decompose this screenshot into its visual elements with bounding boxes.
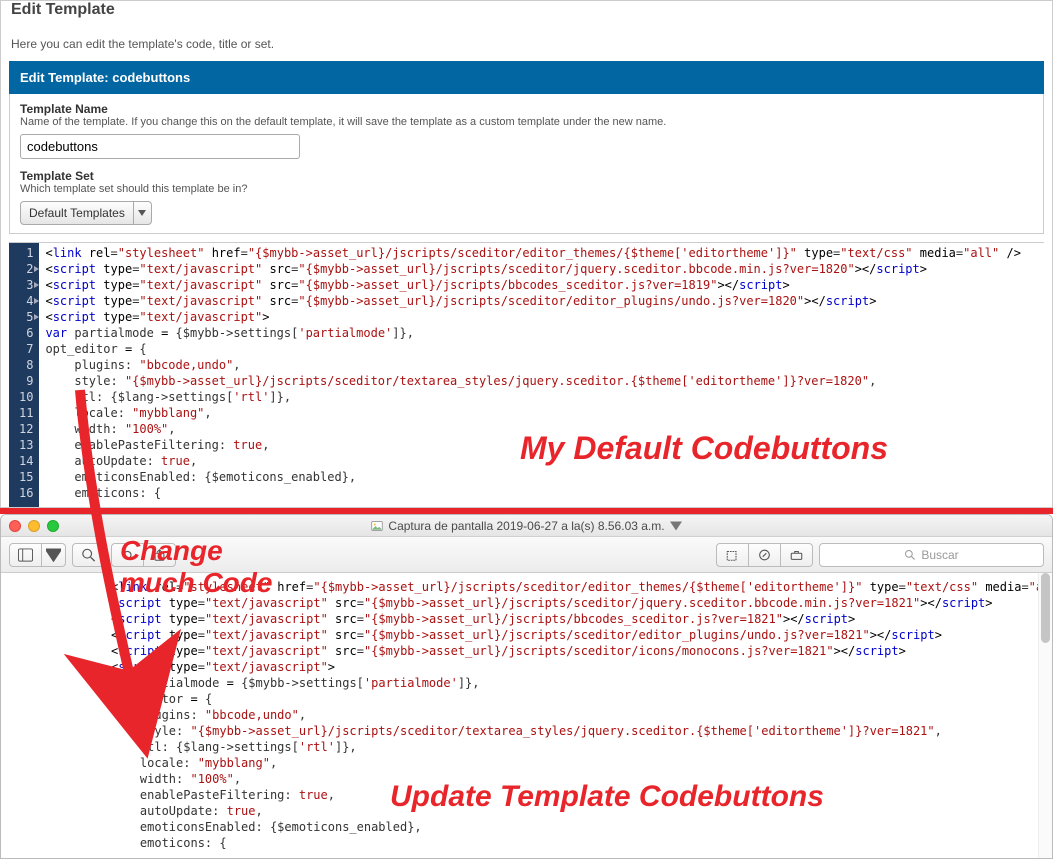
code-editor[interactable]: 12345678910111213141516 <link rel="style… [9, 242, 1044, 507]
page-intro: Here you can edit the template's code, t… [1, 27, 1052, 61]
window-title-text: Captura de pantalla 2019-06-27 a la(s) 8… [388, 519, 664, 533]
edit-template-page: Edit Template Here you can edit the temp… [0, 0, 1053, 508]
panel-body: Template Name Name of the template. If y… [9, 94, 1044, 234]
panel-heading-prefix: Edit Template: [20, 70, 112, 85]
toolbox-button[interactable] [781, 543, 813, 567]
minimize-button[interactable] [28, 520, 40, 532]
mac-titlebar: Captura de pantalla 2019-06-27 a la(s) 8… [1, 515, 1052, 537]
pen-button[interactable] [749, 543, 781, 567]
edit-template-panel: Edit Template: codebuttons Template Name… [9, 61, 1044, 234]
template-name-label: Template Name [20, 102, 1033, 116]
code-gutter: 12345678910111213141516 [9, 243, 39, 507]
rotate-button[interactable] [111, 543, 144, 567]
template-name-desc: Name of the template. If you change this… [20, 116, 1033, 128]
template-set-block: Template Set Which template set should t… [20, 169, 1033, 225]
sidebar-toggle-group [9, 543, 66, 567]
search-input[interactable]: Buscar [819, 543, 1044, 567]
export-button[interactable] [144, 543, 176, 567]
chevron-down-icon [133, 202, 151, 224]
template-set-label: Template Set [20, 169, 1033, 183]
panel-heading: Edit Template: codebuttons [9, 61, 1044, 94]
vertical-scrollbar[interactable] [1038, 573, 1052, 858]
template-set-desc: Which template set should this template … [20, 183, 1033, 195]
image-file-icon [371, 520, 383, 532]
panel-heading-name: codebuttons [112, 70, 190, 85]
preview-code-content: <link rel="stylesheet" href="{$mybb->ass… [1, 573, 1052, 858]
template-name-input[interactable] [20, 134, 300, 159]
crop-button[interactable] [716, 543, 749, 567]
page-title: Edit Template [1, 1, 1052, 27]
search-icon [904, 549, 916, 561]
sidebar-button[interactable] [9, 543, 42, 567]
sidebar-dropdown[interactable] [42, 543, 66, 567]
zoom-button[interactable] [72, 543, 105, 567]
traffic-lights [9, 520, 59, 532]
search-placeholder: Buscar [921, 548, 958, 562]
template-set-value: Default Templates [21, 202, 133, 224]
window-title: Captura de pantalla 2019-06-27 a la(s) 8… [1, 519, 1052, 533]
rotate-group [111, 543, 176, 567]
close-button[interactable] [9, 520, 21, 532]
scrollbar-thumb[interactable] [1041, 573, 1050, 643]
code-content[interactable]: <link rel="stylesheet" href="{$mybb->ass… [39, 243, 1044, 507]
preview-window: Captura de pantalla 2019-06-27 a la(s) 8… [0, 514, 1053, 859]
template-set-select[interactable]: Default Templates [20, 201, 152, 225]
chevron-down-icon [670, 520, 682, 532]
markup-group [716, 543, 813, 567]
preview-toolbar: Buscar [1, 537, 1052, 573]
fullscreen-button[interactable] [47, 520, 59, 532]
